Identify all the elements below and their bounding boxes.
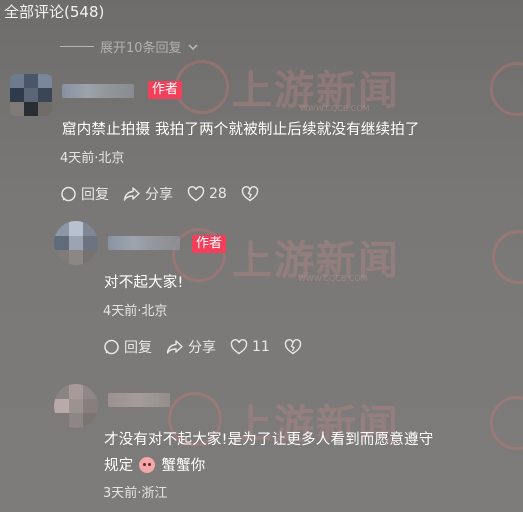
author-badge: 作者 — [148, 81, 183, 99]
watermark-url: WWW.CQCB.COM — [298, 274, 368, 283]
like-count: 11 — [252, 339, 270, 355]
comment-meta: 4天前·北京 — [103, 304, 168, 319]
chevron-down-icon — [188, 43, 198, 50]
broken-heart-icon — [284, 339, 302, 355]
watermark-brand: 上游新闻 — [232, 68, 400, 114]
watermark-logo — [175, 60, 229, 114]
share-arrow-icon — [123, 187, 140, 201]
share-arrow-icon — [166, 340, 183, 354]
comment-bubble-icon — [61, 186, 76, 201]
share-label: 分享 — [188, 340, 216, 356]
dislike-button[interactable] — [284, 339, 302, 355]
avatar[interactable] — [54, 384, 98, 428]
like-button[interactable]: 11 — [230, 339, 270, 355]
watermark-url: WWW.CQCB.COM — [300, 104, 370, 113]
comment-text: 对不起大家! — [104, 275, 184, 291]
watermark-logo — [492, 230, 523, 284]
comment-text-line-1: 才没有对不起大家!是为了让更多人看到而愿意遵守 — [104, 432, 434, 448]
reply-label: 回复 — [81, 187, 109, 203]
share-label: 分享 — [145, 187, 173, 203]
share-button[interactable]: 分享 — [166, 337, 216, 357]
broken-heart-icon — [241, 186, 259, 202]
heart-icon — [187, 186, 205, 202]
watermark-logo — [490, 62, 523, 116]
divider-line — [60, 46, 94, 47]
avatar[interactable] — [10, 74, 52, 116]
comment-meta: 4天前·北京 — [60, 151, 125, 166]
like-button[interactable]: 28 — [187, 186, 227, 202]
expand-replies-button[interactable]: 展开10条回复 — [60, 37, 198, 56]
comment-meta: 3天前·浙江 — [103, 486, 168, 501]
like-count: 28 — [209, 186, 227, 202]
username-blurred[interactable] — [108, 236, 180, 250]
reply-label: 回复 — [124, 340, 152, 356]
reply-button[interactable]: 回复 — [103, 337, 152, 357]
watermark-brand: 上游新闻 — [232, 238, 400, 284]
expand-replies-label: 展开10条回复 — [100, 41, 182, 56]
username-blurred[interactable] — [108, 393, 170, 407]
comment-actions: 回复 分享 11 — [103, 337, 316, 357]
comment-text: 窟内禁止拍摄 我拍了两个就被制止后续就没有继续拍了 — [62, 122, 420, 138]
comments-count-title: 全部评论(548) — [4, 3, 105, 21]
reply-button[interactable]: 回复 — [60, 184, 109, 204]
comment-text-line-2: 规定 蟹蟹你 — [104, 454, 206, 475]
avatar[interactable] — [54, 221, 98, 265]
author-badge: 作者 — [192, 235, 227, 253]
pig-emoji-icon — [139, 456, 156, 473]
dislike-button[interactable] — [241, 186, 259, 202]
heart-icon — [230, 339, 248, 355]
comment-bubble-icon — [104, 339, 119, 354]
comment-text-part: 规定 — [104, 458, 134, 474]
watermark-logo — [490, 396, 523, 450]
share-button[interactable]: 分享 — [123, 184, 173, 204]
comment-actions: 回复 分享 28 — [60, 184, 273, 204]
username-blurred[interactable] — [62, 84, 134, 98]
comment-text-part: 蟹蟹你 — [161, 458, 206, 474]
